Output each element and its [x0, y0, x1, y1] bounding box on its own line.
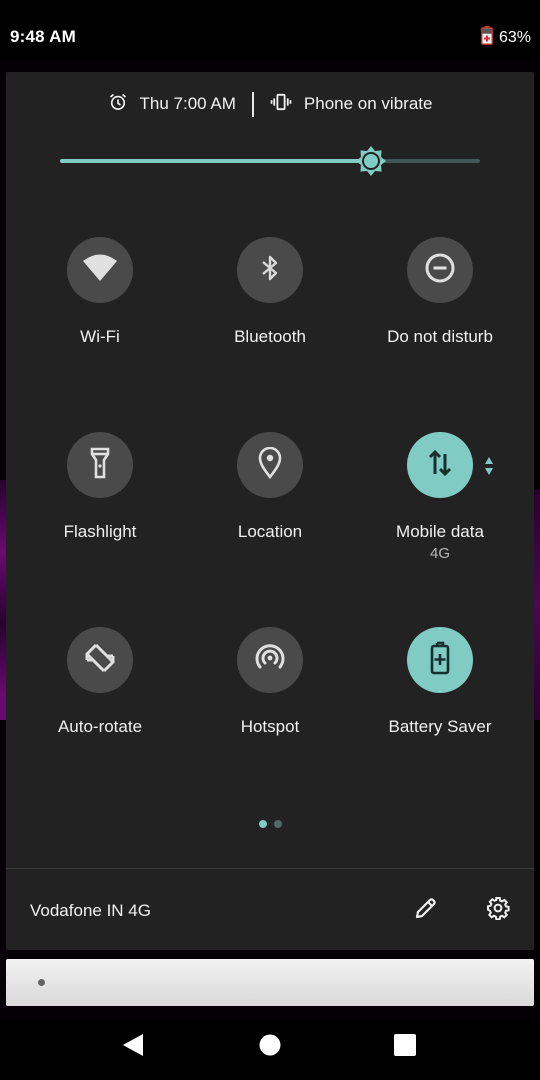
tile-wifi[interactable]: Wi-Fi — [15, 237, 185, 387]
tile-label: Do not disturb — [387, 327, 493, 346]
tile-label: Location — [237, 522, 303, 541]
tile-mobile-data[interactable]: Mobile data 4G — [355, 432, 525, 582]
tile-label: Mobile data — [396, 522, 484, 541]
ringer-mode[interactable]: Phone on vibrate — [270, 93, 433, 116]
wifi-icon — [82, 253, 118, 288]
back-button[interactable] — [120, 1033, 146, 1062]
notification-card[interactable] — [6, 959, 534, 1006]
status-right-group: 63% — [481, 26, 531, 50]
navigation-bar — [0, 1010, 540, 1080]
tile-flashlight[interactable]: Flashlight — [15, 432, 185, 582]
bluetooth-icon — [259, 253, 281, 288]
status-time: 9:48 AM — [10, 27, 76, 46]
next-alarm[interactable]: Thu 7:00 AM — [108, 92, 236, 117]
expand-toggle-icon[interactable] — [483, 455, 495, 477]
brightness-fill — [60, 159, 371, 163]
recents-button[interactable] — [392, 1033, 418, 1061]
tile-label: Bluetooth — [234, 327, 306, 346]
alarm-clock-icon — [108, 92, 128, 117]
tile-sublabel: 4G — [429, 545, 450, 562]
tile-hotspot[interactable]: Hotspot — [185, 627, 355, 777]
tile-label: Hotspot — [240, 717, 300, 736]
settings-button[interactable] — [483, 895, 513, 925]
small-dot-icon — [38, 979, 45, 986]
tile-do-not-disturb[interactable]: Do not disturb — [355, 237, 525, 387]
home-button[interactable] — [257, 1034, 283, 1060]
gear-icon — [486, 896, 510, 925]
flashlight-icon — [90, 447, 110, 484]
header-divider — [251, 91, 254, 117]
tile-label: Battery Saver — [388, 717, 492, 736]
tile-auto-rotate[interactable]: Auto-rotate — [15, 627, 185, 777]
tile-mobile-data-button[interactable] — [407, 432, 473, 498]
quick-settings-panel: Thu 7:00 AM Phone on vibrate Wi-Fi Bluet… — [6, 72, 534, 950]
recents-square-icon — [394, 1033, 416, 1061]
tile-battery-saver-button[interactable] — [407, 627, 473, 693]
tile-bluetooth-button[interactable] — [237, 237, 303, 303]
quick-settings-header: Thu 7:00 AM Phone on vibrate — [6, 89, 534, 119]
battery-saver-icon — [429, 641, 451, 680]
alarm-text: Thu 7:00 AM — [139, 94, 236, 113]
brightness-slider[interactable] — [60, 146, 480, 176]
tile-label: Wi-Fi — [80, 327, 120, 346]
status-bar: 9:48 AM 63% — [0, 0, 540, 72]
tile-flashlight-button[interactable] — [67, 432, 133, 498]
tile-bluetooth[interactable]: Bluetooth — [185, 237, 355, 387]
page-dot-2[interactable] — [273, 820, 282, 828]
tile-battery-saver[interactable]: Battery Saver — [355, 627, 525, 777]
home-circle-icon — [259, 1034, 281, 1061]
tile-dnd-button[interactable] — [407, 237, 473, 303]
tile-wifi-button[interactable] — [67, 237, 133, 303]
tile-location[interactable]: Location — [185, 432, 355, 582]
quick-settings-footer: Vodafone IN 4G — [6, 869, 534, 950]
vibrate-icon — [270, 93, 292, 116]
pencil-icon — [414, 896, 438, 925]
edit-tiles-button[interactable] — [411, 895, 441, 925]
tile-label: Auto-rotate — [57, 717, 143, 736]
tile-hotspot-button[interactable] — [237, 627, 303, 693]
battery-percent: 63% — [498, 29, 531, 46]
tile-location-button[interactable] — [237, 432, 303, 498]
hotspot-icon — [253, 643, 287, 678]
carrier-label: Vodafone IN 4G — [30, 901, 151, 920]
brightness-sun-icon[interactable] — [355, 146, 386, 176]
do-not-disturb-icon — [424, 252, 456, 289]
battery-saver-charging-icon — [481, 26, 493, 50]
tile-label: Flashlight — [63, 522, 137, 541]
page-indicator — [6, 820, 534, 830]
tile-auto-rotate-button[interactable] — [67, 627, 133, 693]
mobile-data-arrows-icon — [427, 448, 453, 483]
ringer-text: Phone on vibrate — [303, 94, 433, 113]
back-triangle-icon — [122, 1033, 144, 1062]
auto-rotate-icon — [83, 641, 117, 680]
page-dot-1[interactable] — [258, 820, 267, 828]
location-pin-icon — [258, 446, 282, 484]
